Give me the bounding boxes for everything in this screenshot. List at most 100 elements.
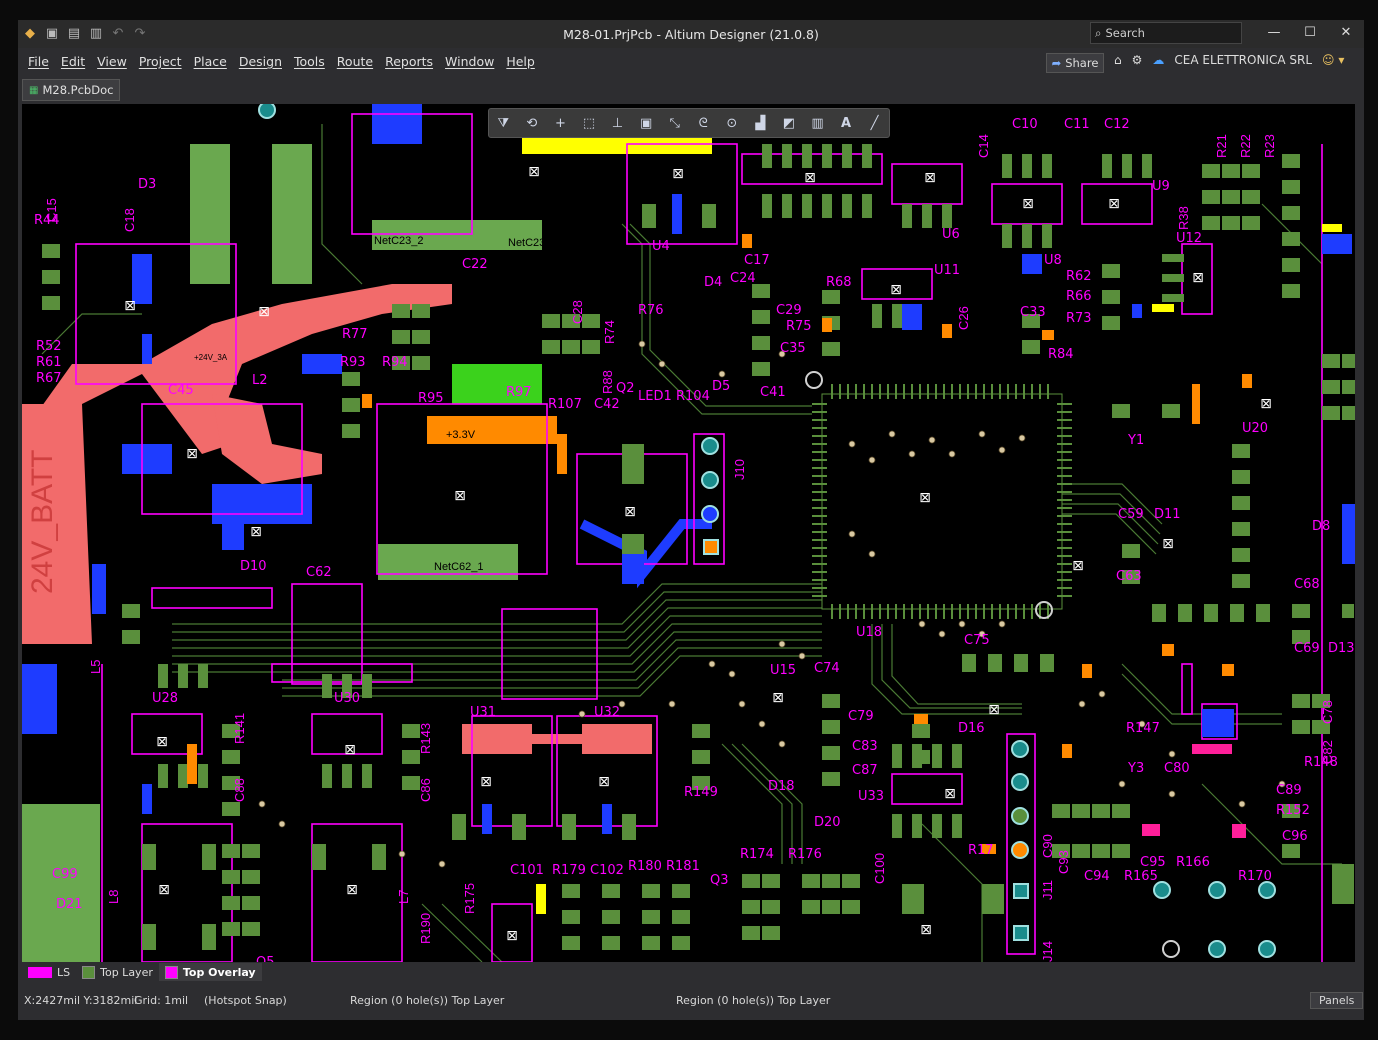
array-icon[interactable]: ⤡ [664,116,686,131]
label-r166: R166 [1176,855,1210,870]
layer-label-top-overlay: Top Overlay [182,965,256,979]
label-c95: C95 [1140,855,1166,870]
label-c28: C28 [570,300,585,324]
layer-tab-ls[interactable]: LS [22,963,76,981]
label-c100: C100 [872,853,887,884]
company-name[interactable]: CEA ELETTRONICA SRL [1174,53,1312,67]
label-l8: L8 [106,890,121,904]
menu-view[interactable]: View [91,54,133,69]
label-r170: R170 [1238,869,1272,884]
svg-text:⊠: ⊠ [344,742,356,758]
menu-help[interactable]: Help [500,54,541,69]
label-c82: C82 [1320,740,1335,764]
mcu-footprint: ⊠ [812,384,1072,619]
label-j10: J10 [732,459,747,480]
menu-route[interactable]: Route [331,54,379,69]
menu-reports[interactable]: Reports [379,54,439,69]
svg-text:⊠: ⊠ [480,774,492,790]
label-c80: C80 [1164,761,1190,776]
label-r97: R97 [506,385,532,400]
label-q3: Q3 [710,873,729,888]
tab-label: M28.PcbDoc [42,83,114,97]
label-j11: J11 [1040,880,1055,900]
label-r174: R174 [740,847,774,862]
line-icon[interactable]: ╱ [864,116,886,131]
main-menu: File Edit View Project Place Design Tool… [22,54,541,69]
route-arc-icon[interactable]: ᘓ [692,116,714,131]
menu-design[interactable]: Design [233,54,288,69]
select-rect-icon[interactable]: ⬚ [578,116,600,131]
layer-swatch-top-overlay [164,965,178,979]
avatar[interactable]: ☺ ▾ [1322,53,1344,67]
search-box[interactable]: ⌕ Search [1090,22,1242,44]
fill-icon[interactable]: ▟ [749,116,771,131]
label-y1: Y1 [1127,433,1144,448]
document-tabs: ▦ M28.PcbDoc [18,76,1364,102]
label-d16: D16 [958,721,985,736]
label-u28: U28 [152,691,178,706]
filter-icon[interactable]: ⧩ [492,116,514,131]
pcb-canvas[interactable]: ⊠ ⊠ ⊠ ⊠ ⊠ ⊠ ⊠ ⊠ ⊠ ⊠ ⊠ ⊠ ⊠ ⊠ ⊠ ⊠ ⊠ ⊠ ⊠ ⊠ … [22,104,1355,962]
maximize-button[interactable]: ☐ [1292,20,1328,44]
label-r141: R141 [232,713,247,744]
label-u6: U6 [942,227,960,242]
label-d8: D8 [1312,519,1330,534]
pcb-doc-icon: ▦ [29,84,39,96]
label-u8: U8 [1044,253,1062,268]
label-r104: R104 [676,389,710,404]
label-c90: C90 [1040,834,1055,858]
window-controls: — ☐ ✕ [1256,20,1364,44]
bar-icon[interactable]: ⊥ [607,116,629,131]
label-r190: R190 [418,913,433,944]
gear-icon[interactable]: ⚙ [1132,53,1143,67]
menu-file[interactable]: File [22,54,55,69]
label-r84: R84 [1048,347,1074,362]
label-u12: U12 [1176,231,1202,246]
menu-tools[interactable]: Tools [288,54,331,69]
label-u18: U18 [856,625,882,640]
label-r62: R62 [1066,269,1092,284]
menu-edit[interactable]: Edit [55,54,91,69]
label-r94: R94 [382,355,408,370]
label-r76: R76 [638,303,664,318]
menu-place[interactable]: Place [188,54,233,69]
layer-tab-top-overlay[interactable]: Top Overlay [158,963,262,981]
label-r68: R68 [826,275,852,290]
pcb-drawing: ⊠ ⊠ ⊠⊠ ⊠ ⊠⊠⊠⊠ ⊠ ⊠⊠ ⊠ ⊠⊠⊠⊠ ⊠ ⊠⊠ ⊠ ⊠ ⊠⊠ ⊠ … [22,104,1355,962]
home-icon[interactable]: ⌂ [1114,53,1122,67]
svg-text:⊠: ⊠ [988,702,1000,718]
label-c75: C75 [964,633,990,648]
minimize-button[interactable]: — [1256,20,1292,44]
text-icon[interactable]: A [835,116,857,131]
label-c69: C69 [1294,641,1320,656]
share-button[interactable]: ➦ Share [1046,53,1104,73]
pcb-active-toolbar: ⧩ ⟲ + ⬚ ⊥ ▣ ⤡ ᘓ ⊙ ▟ ◩ ▥ A ╱ [488,108,890,138]
label-r21: R21 [1214,134,1229,158]
label-u33: U33 [858,789,884,804]
polygon-icon[interactable]: ◩ [778,116,800,131]
label-u31: U31 [470,705,496,720]
app-window: ◆ ▣ ▤ ▥ ↶ ↷ M28-01.PrjPcb - Altium Desig… [18,20,1364,1020]
chart-icon[interactable]: ▥ [806,116,828,131]
component-icon[interactable]: ▣ [635,116,657,131]
label-u11: U11 [934,263,960,278]
menu-window[interactable]: Window [439,54,500,69]
cross-icon[interactable]: + [549,116,571,131]
tab-pcbdoc[interactable]: ▦ M28.PcbDoc [22,79,121,101]
label-c78: C78 [1320,700,1335,724]
label-c35: C35 [780,341,806,356]
layer-tab-top[interactable]: Top Layer [76,963,159,981]
via-icon[interactable]: ⊙ [721,116,743,131]
label-r176: R176 [788,847,822,862]
menu-project[interactable]: Project [133,54,188,69]
svg-text:⊠: ⊠ [944,786,956,802]
label-c18: C18 [122,208,137,232]
route-icon[interactable]: ⟲ [521,116,543,131]
close-button[interactable]: ✕ [1328,20,1364,44]
label-d10: D10 [240,559,267,574]
panels-button[interactable]: Panels [1310,992,1364,1009]
label-r93: R93 [340,355,366,370]
label-r143: R143 [418,723,433,754]
label-r149: R149 [684,785,718,800]
label-u32: U32 [594,705,620,720]
